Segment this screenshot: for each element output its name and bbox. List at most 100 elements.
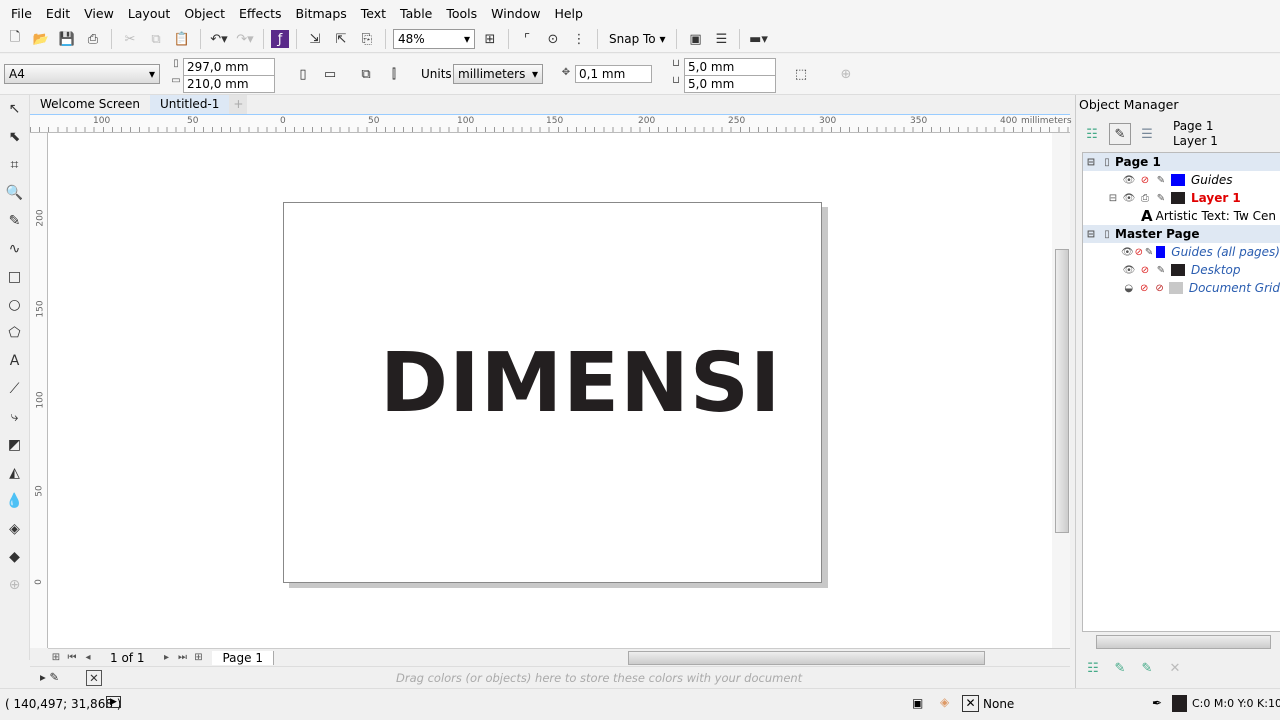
delete-icon[interactable]: ✕ <box>1164 657 1186 679</box>
no-print-icon[interactable]: ⊘ <box>1134 247 1144 258</box>
nudge-distance-input[interactable]: 0,1 mm <box>575 65 652 83</box>
tree-scrollbar-thumb[interactable] <box>1096 635 1271 649</box>
page-tab-1[interactable]: Page 1 <box>212 650 274 665</box>
copy-icon[interactable]: ⧉ <box>145 28 167 50</box>
pencil-icon[interactable]: ✎ <box>1153 265 1169 276</box>
pick-tool-icon[interactable]: ↖ <box>5 99 25 119</box>
zoom-to-page-icon[interactable]: ⊞ <box>479 28 501 50</box>
undo-icon[interactable]: ↶▾ <box>208 28 230 50</box>
collapse-icon[interactable]: ⊟ <box>1105 193 1121 204</box>
outline-pen-icon[interactable]: ✒ <box>1152 696 1162 710</box>
print-icon[interactable]: ⎙ <box>82 28 104 50</box>
landscape-icon[interactable]: ▭ <box>319 63 341 85</box>
artistic-media-icon[interactable]: ∿ <box>5 239 25 259</box>
menu-effects[interactable]: Effects <box>232 6 289 21</box>
menu-text[interactable]: Text <box>354 6 393 21</box>
new-tab-icon[interactable]: + <box>229 95 248 114</box>
eye-icon[interactable]: 👁 <box>1121 247 1134 258</box>
duplicate-x-input[interactable]: 5,0 mm <box>684 58 776 76</box>
parallel-dimension-icon[interactable]: ⟋ <box>5 379 25 399</box>
collapse-icon[interactable]: ⊟ <box>1083 229 1099 240</box>
hidden-eye-icon[interactable]: ◒ <box>1121 283 1136 294</box>
no-print-icon[interactable]: ⊘ <box>1137 265 1153 276</box>
import-icon[interactable]: ⇲ <box>304 28 326 50</box>
pdf-icon[interactable]: ⎘ <box>356 28 378 50</box>
eyedropper-icon[interactable]: 💧 <box>5 491 25 511</box>
add-page-before-icon[interactable]: ⊞ <box>48 652 64 663</box>
pencil-icon[interactable]: ✎ <box>1153 175 1169 186</box>
show-properties-icon[interactable]: ☷ <box>1081 123 1103 145</box>
tree-page-1[interactable]: ⊟ ▯ Page 1 <box>1083 153 1280 171</box>
print-icon[interactable]: ⎙ <box>1137 193 1153 204</box>
polygon-tool-icon[interactable]: ⬠ <box>5 323 25 343</box>
corel-connect-icon[interactable]: ƒ <box>271 30 289 48</box>
palette-menu-icon[interactable]: ▸ ✎ <box>40 670 59 684</box>
next-page-icon[interactable]: ▸ <box>158 652 174 663</box>
new-icon[interactable]: 🗋 <box>4 28 26 50</box>
menu-tools[interactable]: Tools <box>439 6 484 21</box>
add-icon[interactable]: ⊕ <box>835 63 857 85</box>
vertical-scrollbar[interactable] <box>1052 133 1070 648</box>
menu-layout[interactable]: Layout <box>121 6 178 21</box>
pencil-icon[interactable]: ✎ <box>1153 193 1169 204</box>
zoom-level-combo[interactable]: 48% ▾ <box>393 29 475 49</box>
cut-icon[interactable]: ✂ <box>119 28 141 50</box>
last-page-icon[interactable]: ⏭ <box>174 652 190 663</box>
ellipse-tool-icon[interactable]: ○ <box>5 295 25 315</box>
zoom-tool-icon[interactable]: 🔍 <box>5 183 25 203</box>
menu-bitmaps[interactable]: Bitmaps <box>289 6 354 21</box>
eye-icon[interactable]: 👁 <box>1121 175 1137 186</box>
paste-icon[interactable]: 📋 <box>171 28 193 50</box>
no-print-icon[interactable]: ⊘ <box>1136 283 1151 294</box>
first-page-icon[interactable]: ⏮ <box>64 652 80 663</box>
menu-table[interactable]: Table <box>393 6 439 21</box>
eye-icon[interactable]: 👁 <box>1121 265 1137 276</box>
page-width-input[interactable]: 297,0 mm <box>183 58 275 76</box>
tree-master-page[interactable]: ⊟ ▯ Master Page <box>1083 225 1280 243</box>
vertical-ruler[interactable]: 200 150 100 50 0 <box>30 133 48 648</box>
horizontal-ruler[interactable]: 100 50 0 50 100 150 200 250 300 350 400 … <box>30 114 1072 133</box>
new-layer-icon[interactable]: ☷ <box>1082 657 1104 679</box>
welcome-screen-icon[interactable]: ▣ <box>684 28 706 50</box>
artistic-text-object[interactable]: DIMENSI <box>380 343 781 425</box>
edit-across-layers-icon[interactable]: ✎ <box>1109 123 1131 145</box>
no-print-icon[interactable]: ⊘ <box>1137 175 1153 186</box>
redo-icon[interactable]: ↷▾ <box>234 28 256 50</box>
new-master-layer-icon[interactable]: ✎ <box>1109 657 1131 679</box>
no-color-swatch[interactable]: ✕ <box>86 670 102 686</box>
save-icon[interactable]: 💾 <box>56 28 78 50</box>
interactive-fill-icon[interactable]: ◈ <box>5 519 25 539</box>
drop-shadow-icon[interactable]: ◩ <box>5 435 25 455</box>
tree-layer-1[interactable]: ⊟ 👁 ⎙ ✎ Layer 1 <box>1083 189 1280 207</box>
play-icon[interactable]: ▶ <box>106 696 121 708</box>
open-icon[interactable]: 📂 <box>30 28 52 50</box>
export-icon[interactable]: ⇱ <box>330 28 352 50</box>
transparency-icon[interactable]: ◭ <box>5 463 25 483</box>
add-tool-icon[interactable]: ⊕ <box>5 575 25 595</box>
shape-tool-icon[interactable]: ⬉ <box>5 127 25 147</box>
portrait-icon[interactable]: ▯ <box>292 63 314 85</box>
page-height-input[interactable]: 210,0 mm <box>183 75 275 93</box>
tree-document-grid[interactable]: ◒ ⊘ ⊘ Document Grid <box>1083 279 1280 297</box>
menu-object[interactable]: Object <box>177 6 232 21</box>
tree-guides[interactable]: 👁 ⊘ ✎ Guides <box>1083 171 1280 189</box>
tree-guides-all-pages[interactable]: 👁 ⊘ ✎ Guides (all pages) <box>1083 243 1280 261</box>
treat-as-filled-icon[interactable]: ⬚ <box>790 63 812 85</box>
rulers-icon[interactable]: ⌜ <box>516 28 538 50</box>
collapse-icon[interactable]: ⊟ <box>1083 157 1099 168</box>
menu-view[interactable]: View <box>77 6 121 21</box>
document-palette[interactable]: ▸ ✎ ✕ Drag colors (or objects) here to s… <box>30 666 1070 688</box>
duplicate-y-input[interactable]: 5,0 mm <box>684 75 776 93</box>
eye-icon[interactable]: 👁 <box>1121 193 1137 204</box>
add-page-after-icon[interactable]: ⊞ <box>190 652 206 663</box>
all-pages-icon[interactable]: ⧉ <box>355 63 377 85</box>
scrollbar-thumb[interactable] <box>1055 249 1069 533</box>
horizontal-scrollbar-thumb[interactable] <box>628 651 985 665</box>
new-master-layer-all-icon[interactable]: ✎ <box>1136 657 1158 679</box>
text-tool-icon[interactable]: A <box>5 351 25 371</box>
tree-desktop[interactable]: 👁 ⊘ ✎ Desktop <box>1083 261 1280 279</box>
grid-icon[interactable]: ⊙ <box>542 28 564 50</box>
tab-welcome-screen[interactable]: Welcome Screen <box>30 95 150 114</box>
options-icon[interactable]: ☰ <box>710 28 732 50</box>
units-select[interactable]: millimeters ▾ <box>453 64 543 84</box>
